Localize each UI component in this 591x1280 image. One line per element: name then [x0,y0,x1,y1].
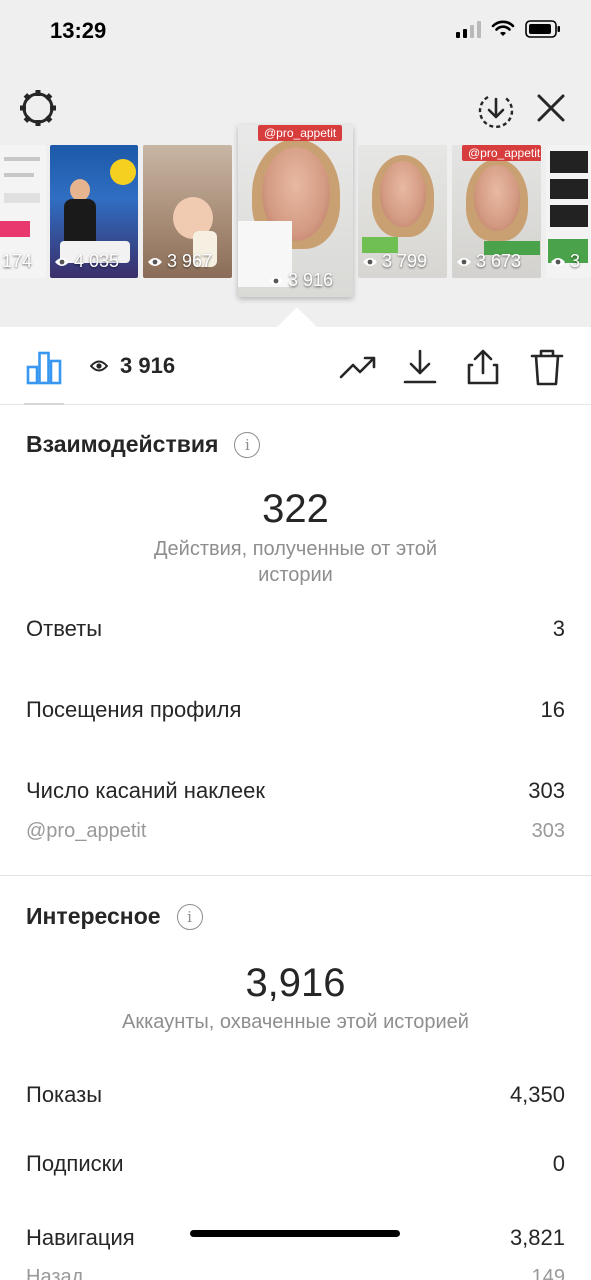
eye-icon [148,257,162,266]
metric-label: Показы [26,1082,103,1107]
tab-underline [24,403,64,405]
eye-icon [457,257,471,266]
story-thumbnail[interactable]: 3 799 [358,145,447,278]
close-icon[interactable] [533,90,569,126]
status-time: 13:29 [50,18,107,43]
story-thumbnail[interactable]: 3 967 [143,145,232,278]
story-actions-bar: 3 916 [0,327,591,405]
download-circle-icon[interactable] [476,90,516,130]
thumbnail-views-label: 3 [570,251,581,271]
metric-label: Ответы [26,616,103,641]
thumbnail-view-count: 3 673 [456,251,521,272]
settings-icon[interactable] [18,88,58,128]
metric-value: 303 [528,778,565,803]
metric-value: 303 [531,820,565,842]
status-bar: 13:29 [0,0,591,64]
signal-icon [456,20,481,38]
thumbnail-views-label: 174 [2,251,33,271]
info-icon[interactable]: i [176,903,203,930]
discovery-total: 3,916 [245,961,346,1005]
metric-row-profile-visits: Посещения профиля 16 [26,697,565,723]
interactions-title-text: Взаимодействия [26,431,219,457]
thumbnail-views-label: 4 035 [74,251,120,271]
metric-row-impressions: Показы 4,350 [26,1082,565,1108]
interactions-title: Взаимодействия i [26,431,261,458]
metric-value: 3 [552,616,565,641]
eye-icon [363,257,377,266]
story-thumbnail[interactable]: @pro_appetit 3 673 [452,145,541,278]
thumbnail-views-label: 3 967 [167,251,213,271]
metric-value: 3,821 [509,1225,565,1250]
metric-row-follows: Подписки 0 [26,1151,565,1177]
metric-value: 0 [552,1151,565,1176]
home-indicator[interactable] [190,1230,400,1237]
thumbnail-views-label: 3 916 [288,270,334,290]
thumbnail-view-count: 174 [2,251,32,272]
discovery-title-text: Интересное [26,903,161,929]
thumbnail-view-count: 3 799 [362,251,427,272]
views-count: 3 916 [120,353,176,378]
thumbnail-view-count: 3 [550,251,580,272]
interactions-total: 322 [262,487,329,531]
eye-icon [551,257,565,266]
eye-icon [55,257,69,266]
wifi-icon [491,20,515,36]
status-icons [456,20,561,38]
share-icon[interactable] [463,347,503,387]
metric-row-sticker-taps: Число касаний наклеек 303 [26,778,565,804]
story-thumbnail[interactable]: 3 [546,145,591,278]
battery-icon [525,20,560,38]
story-thumbnail-selected[interactable]: @pro_appetit 3 916 [238,125,353,297]
trend-icon[interactable] [338,347,378,387]
eye-icon [90,360,108,372]
story-thumbnails: 174 4 035 3 967 @pro_appetit 3 916 3 799… [0,125,591,300]
metric-label: Посещения профиля [26,697,242,722]
metric-row-replies: Ответы 3 [26,616,565,642]
bar-chart-icon[interactable] [24,347,64,387]
discovery-title: Интересное i [26,903,203,930]
metric-row-navigation: Навигация 3,821 [26,1225,565,1251]
eye-icon [269,276,283,285]
info-icon[interactable]: i [234,431,261,458]
metric-label: Число касаний наклеек [26,778,265,803]
metric-label: @pro_appetit [26,820,147,842]
interactions-caption: Действия, полученные от этой истории [153,538,437,586]
discovery-caption: Аккаунты, охваченные этой историей [122,1011,469,1033]
section-divider [0,875,591,876]
thumbnail-views-label: 3 799 [382,251,428,271]
insights-sheet: 3 916 Взаимодействия i 322 Действия, пол… [0,327,591,1280]
download-icon[interactable] [400,347,440,387]
thumbnail-mention-tag: @pro_appetit [462,145,541,161]
metric-value: 4,350 [509,1082,565,1107]
story-thumbnail[interactable]: 174 [0,145,46,278]
thumbnail-view-count: 3 967 [147,251,212,272]
metric-label: Назад [26,1266,84,1280]
metric-subrow-back: Назад 149 [26,1266,565,1280]
story-thumbnail[interactable]: 4 035 [50,145,138,278]
thumbnail-view-count: 3 916 [268,270,333,291]
thumbnail-views-label: 3 673 [476,251,522,271]
metric-value: 149 [531,1266,565,1280]
story-strip-area: 13:29 174 4 035 3 967 @pro_appetit 3 916… [0,0,591,327]
metric-subrow-mention: @pro_appetit 303 [26,820,565,843]
thumbnail-mention-tag: @pro_appetit [258,125,343,141]
trash-icon[interactable] [527,347,567,387]
metric-value: 16 [540,697,565,722]
thumbnail-view-count: 4 035 [54,251,119,272]
views-summary: 3 916 [90,353,175,379]
metric-label: Подписки [26,1151,124,1176]
metric-label: Навигация [26,1225,135,1250]
